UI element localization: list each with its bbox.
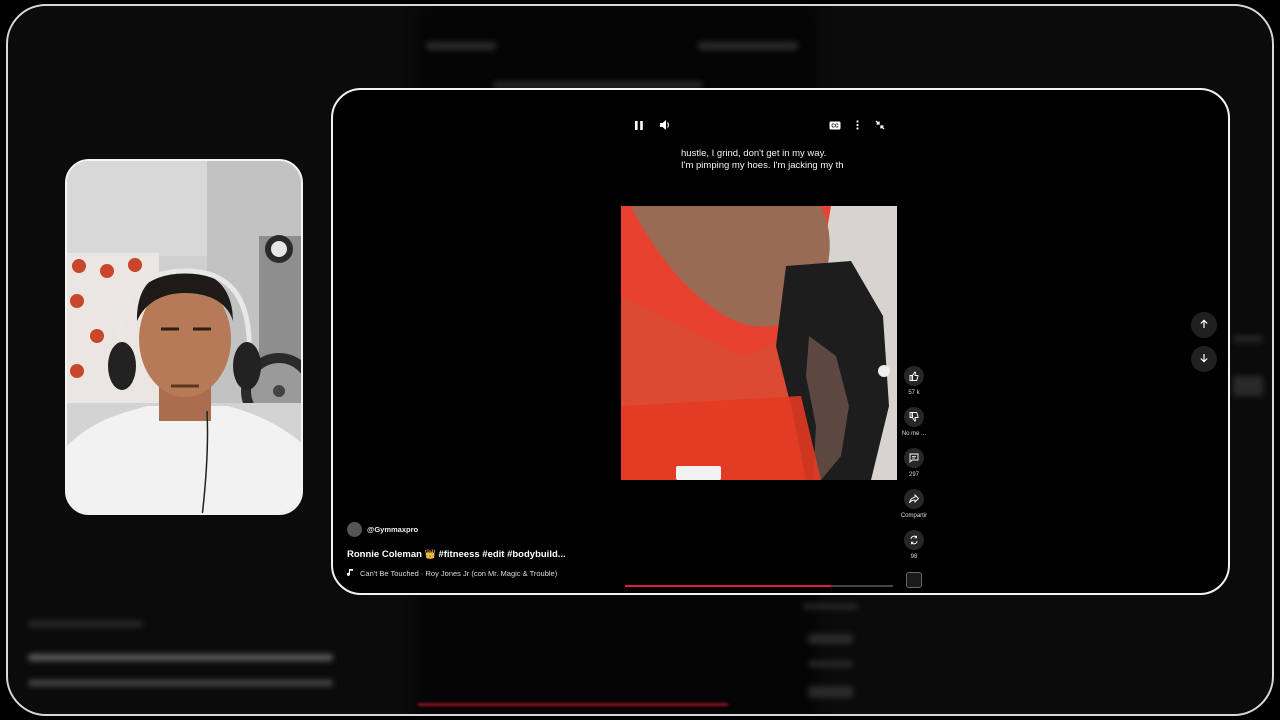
video-progress-bar[interactable] [625,585,893,587]
like-count: 57 k [908,390,920,396]
dislike-label: No me ... [901,431,927,437]
comments-action[interactable]: 297 [895,448,933,478]
remix-count: 98 [910,554,918,560]
background-blur-bar [28,680,333,686]
background-blur-bar [698,42,798,50]
channel-avatar[interactable] [347,522,362,537]
music-title[interactable]: Can't Be Touched · Roy Jones Jr (con Mr.… [360,569,557,578]
caption-line-2: I'm pimping my hoes. I'm jacking my th [681,160,844,171]
svg-text:CC: CC [831,123,839,129]
volume-icon[interactable] [656,116,674,134]
video-frame [621,206,897,480]
video-title[interactable]: Ronnie Coleman 👑 #fitneess #edit #bodybu… [347,549,607,560]
pause-icon[interactable] [630,116,648,134]
webcam-overlay [65,159,303,515]
crown-emoji: 👑 [424,549,436,559]
thumb-down-icon[interactable] [904,407,924,427]
background-blur-bar [803,604,858,609]
closed-captions-icon[interactable]: CC [826,116,844,134]
collapse-icon[interactable] [871,116,889,134]
background-blur-bar [28,654,333,661]
background-blur-bar [808,686,853,698]
caption-line-1: hustle, I grind, don't get in my way. [681,148,827,159]
short-video[interactable]: CC hustle, I grind, don't get in my way.… [621,98,897,590]
background-blur-bar [808,661,853,667]
comment-icon[interactable] [904,448,924,468]
arrow-down-icon [1199,350,1209,368]
remix-icon[interactable] [904,530,924,550]
music-note-icon [346,568,355,579]
background-progress-blur [418,703,728,706]
dislike-action[interactable]: No me ... [895,407,933,437]
background-blur-bar [808,634,853,644]
video-progress-fill [625,585,832,587]
channel-row[interactable]: @Gymmaxpro [347,522,607,537]
video-captions: hustle, I grind, don't get in my way. I'… [681,148,844,172]
player-controls: CC [621,108,897,142]
background-blur-bar [426,42,496,50]
comments-count: 297 [908,472,919,478]
video-info: @Gymmaxpro Ronnie Coleman 👑 #fitneess #e… [346,522,607,579]
background-blur-bar [1233,336,1263,342]
share-icon[interactable] [904,489,924,509]
title-hashtags[interactable]: #fitneess #edit #bodybuild... [438,549,565,560]
more-vert-icon[interactable] [848,116,866,134]
share-action[interactable]: Compartir [895,489,933,519]
channel-name[interactable]: @Gymmaxpro [367,525,418,534]
thumb-up-icon[interactable] [904,366,924,386]
share-label: Compartir [900,513,928,519]
sound-thumbnail[interactable] [895,572,933,588]
sound-thumbnail-image [906,572,922,588]
music-row[interactable]: Can't Be Touched · Roy Jones Jr (con Mr.… [346,568,607,579]
remix-action[interactable]: 98 [895,530,933,560]
title-name: Ronnie Coleman [347,549,422,560]
background-blur-bar [1233,376,1263,396]
next-video-button[interactable] [1191,346,1217,372]
background-blur-bar [28,621,143,627]
like-action[interactable]: 57 k [895,366,933,396]
shorts-player-card: CC hustle, I grind, don't get in my way.… [331,88,1230,595]
arrow-up-icon [1199,316,1209,334]
previous-video-button[interactable] [1191,312,1217,338]
